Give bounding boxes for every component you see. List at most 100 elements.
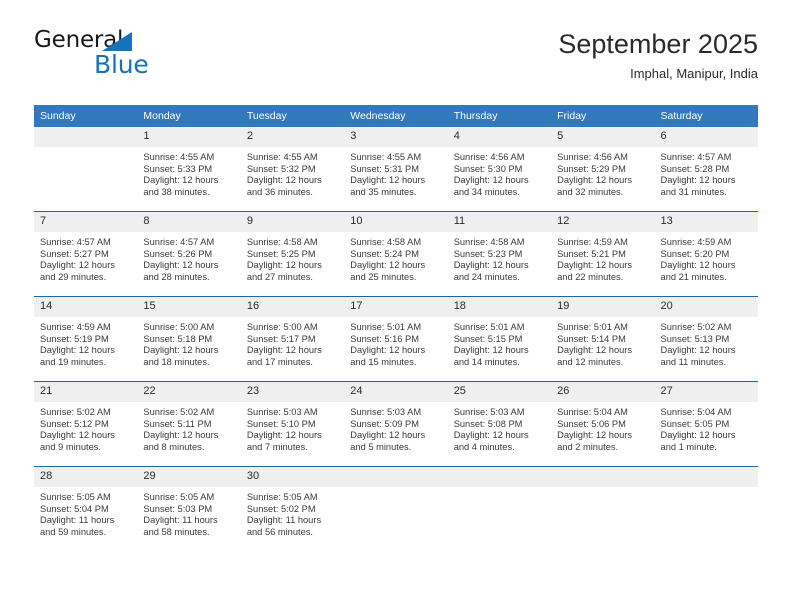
daylight-duration-line2: and 9 minutes. (40, 441, 101, 452)
calendar-day-cell[interactable]: 12 Sunrise: 4:59 AM Sunset: 5:21 PM Dayligh… (551, 211, 655, 297)
day-details: Sunrise: 4:58 AM Sunset: 5:23 PM Daylight:… (448, 232, 551, 283)
sunrise-time: Sunrise: 5:03 AM (246, 407, 318, 417)
calendar-day-cell[interactable]: 13 Sunrise: 4:59 AM Sunset: 5:20 PM Dayligh… (654, 211, 758, 297)
day-cell-content: 26 Sunrise: 5:04 AM Sunset: 5:06 PM Dayligh… (551, 382, 655, 466)
day-cell-content: 23 Sunrise: 5:03 AM Sunset: 5:10 PM Dayligh… (240, 382, 345, 466)
day-cell-content: 7 Sunrise: 4:57 AM Sunset: 5:27 PM Daylight… (34, 212, 138, 296)
day-number (34, 127, 138, 147)
calendar-body: 1 Sunrise: 4:55 AM Sunset: 5:33 PM Daylight… (34, 127, 758, 551)
day-number: 18 (447, 297, 552, 317)
daylight-duration-line1: Daylight: 12 hours (557, 430, 633, 441)
calendar-day-cell[interactable] (654, 466, 758, 551)
daylight-duration-line1: Daylight: 12 hours (143, 430, 219, 441)
calendar-day-cell[interactable]: 6 Sunrise: 4:57 AM Sunset: 5:28 PM Daylight… (654, 127, 758, 212)
day-details: Sunrise: 4:56 AM Sunset: 5:29 PM Daylight:… (551, 147, 654, 198)
day-number (551, 467, 655, 487)
weekday-header-tuesday: Tuesday (240, 105, 345, 127)
calendar-day-cell[interactable]: 10 Sunrise: 4:58 AM Sunset: 5:24 PM Dayligh… (344, 211, 448, 297)
daylight-duration-line1: Daylight: 12 hours (660, 175, 736, 186)
day-number: 8 (137, 212, 241, 232)
calendar-day-cell[interactable]: 2 Sunrise: 4:55 AM Sunset: 5:32 PM Daylight… (240, 127, 345, 212)
sunrise-time: Sunrise: 4:58 AM (246, 237, 318, 247)
sunset-time: Sunset: 5:06 PM (557, 418, 626, 429)
daylight-duration-line1: Daylight: 12 hours (40, 430, 115, 441)
sunset-time: Sunset: 5:27 PM (40, 248, 109, 259)
calendar-day-cell[interactable]: 5 Sunrise: 4:56 AM Sunset: 5:29 PM Daylight… (551, 127, 655, 212)
day-number: 24 (344, 382, 448, 402)
day-cell-content: 24 Sunrise: 5:03 AM Sunset: 5:09 PM Dayligh… (344, 382, 448, 466)
calendar-day-cell[interactable]: 7 Sunrise: 4:57 AM Sunset: 5:27 PM Daylight… (34, 211, 138, 297)
day-cell-content: 5 Sunrise: 4:56 AM Sunset: 5:29 PM Daylight… (551, 127, 655, 211)
day-number: 14 (34, 297, 138, 317)
day-cell-content: 29 Sunrise: 5:05 AM Sunset: 5:03 PM Dayligh… (137, 467, 241, 551)
day-details: Sunrise: 5:05 AM Sunset: 5:04 PM Daylight:… (34, 487, 137, 538)
calendar-day-cell[interactable]: 19 Sunrise: 5:01 AM Sunset: 5:14 PM Dayligh… (551, 296, 655, 382)
daylight-duration-line2: and 5 minutes. (350, 441, 412, 452)
day-cell-content: 25 Sunrise: 5:03 AM Sunset: 5:08 PM Dayligh… (447, 382, 552, 466)
calendar-day-cell[interactable]: 9 Sunrise: 4:58 AM Sunset: 5:25 PM Daylight… (240, 211, 345, 297)
daylight-duration-line2: and 14 minutes. (453, 356, 520, 367)
calendar-day-cell[interactable]: 4 Sunrise: 4:56 AM Sunset: 5:30 PM Daylight… (447, 127, 552, 212)
calendar-day-cell[interactable] (34, 127, 138, 212)
calendar-day-cell[interactable] (447, 466, 552, 551)
calendar-day-cell[interactable]: 16 Sunrise: 5:00 AM Sunset: 5:17 PM Dayligh… (240, 296, 345, 382)
day-cell-content: 18 Sunrise: 5:01 AM Sunset: 5:15 PM Dayligh… (447, 297, 552, 381)
daylight-duration-line2: and 59 minutes. (40, 526, 107, 537)
day-number (447, 467, 552, 487)
daylight-duration-line1: Daylight: 12 hours (350, 345, 426, 356)
daylight-duration-line1: Daylight: 12 hours (143, 260, 219, 271)
day-details: Sunrise: 4:59 AM Sunset: 5:21 PM Daylight:… (551, 232, 654, 283)
sunrise-time: Sunrise: 5:05 AM (246, 492, 318, 502)
calendar-day-cell[interactable]: 27 Sunrise: 5:04 AM Sunset: 5:05 PM Dayligh… (654, 381, 758, 467)
calendar-day-cell[interactable] (551, 466, 655, 551)
day-details: Sunrise: 5:03 AM Sunset: 5:08 PM Daylight:… (448, 402, 551, 453)
calendar-day-cell[interactable]: 30 Sunrise: 5:05 AM Sunset: 5:02 PM Dayligh… (240, 466, 345, 551)
sunrise-time: Sunrise: 5:02 AM (660, 322, 732, 332)
calendar-day-cell[interactable]: 23 Sunrise: 5:03 AM Sunset: 5:10 PM Dayligh… (240, 381, 345, 467)
calendar-day-cell[interactable]: 29 Sunrise: 5:05 AM Sunset: 5:03 PM Dayligh… (137, 466, 241, 551)
calendar-day-cell[interactable]: 3 Sunrise: 4:55 AM Sunset: 5:31 PM Daylight… (344, 127, 448, 212)
day-number: 25 (447, 382, 552, 402)
calendar-day-cell[interactable]: 14 Sunrise: 4:59 AM Sunset: 5:19 PM Dayligh… (34, 296, 138, 382)
day-number: 9 (240, 212, 345, 232)
sunrise-time: Sunrise: 4:56 AM (557, 152, 628, 162)
daylight-duration-line2: and 22 minutes. (557, 271, 624, 282)
calendar-day-cell[interactable]: 18 Sunrise: 5:01 AM Sunset: 5:15 PM Dayligh… (447, 296, 552, 382)
calendar-day-cell[interactable]: 26 Sunrise: 5:04 AM Sunset: 5:06 PM Dayligh… (551, 381, 655, 467)
sunset-time: Sunset: 5:21 PM (557, 248, 626, 259)
general-blue-logo[interactable]: General Blue (34, 28, 264, 84)
day-cell-content: 10 Sunrise: 4:58 AM Sunset: 5:24 PM Dayligh… (344, 212, 448, 296)
calendar-day-cell[interactable]: 15 Sunrise: 5:00 AM Sunset: 5:18 PM Dayligh… (137, 296, 241, 382)
day-details (551, 487, 654, 492)
calendar-day-cell[interactable]: 11 Sunrise: 4:58 AM Sunset: 5:23 PM Dayligh… (447, 211, 552, 297)
calendar-day-cell[interactable]: 17 Sunrise: 5:01 AM Sunset: 5:16 PM Dayligh… (344, 296, 448, 382)
calendar-week-row: 14 Sunrise: 4:59 AM Sunset: 5:19 PM Dayligh… (34, 296, 758, 382)
calendar-day-cell[interactable]: 24 Sunrise: 5:03 AM Sunset: 5:09 PM Dayligh… (344, 381, 448, 467)
day-number: 2 (240, 127, 345, 147)
sunset-time: Sunset: 5:32 PM (246, 163, 316, 174)
daylight-duration-line1: Daylight: 12 hours (40, 260, 115, 271)
day-number: 30 (240, 467, 345, 487)
sunset-time: Sunset: 5:28 PM (660, 163, 730, 174)
sunset-time: Sunset: 5:30 PM (453, 163, 523, 174)
calendar-day-cell[interactable] (344, 466, 448, 551)
calendar-day-cell[interactable]: 1 Sunrise: 4:55 AM Sunset: 5:33 PM Daylight… (137, 127, 241, 212)
calendar-day-cell[interactable]: 8 Sunrise: 4:57 AM Sunset: 5:26 PM Daylight… (137, 211, 241, 297)
day-number: 7 (34, 212, 138, 232)
calendar-week-row: 28 Sunrise: 5:05 AM Sunset: 5:04 PM Dayligh… (34, 466, 758, 551)
day-cell-content: 6 Sunrise: 4:57 AM Sunset: 5:28 PM Daylight… (654, 127, 758, 211)
calendar-day-cell[interactable]: 20 Sunrise: 5:02 AM Sunset: 5:13 PM Dayligh… (654, 296, 758, 382)
daylight-duration-line2: and 38 minutes. (143, 186, 210, 197)
day-cell-content: 20 Sunrise: 5:02 AM Sunset: 5:13 PM Dayligh… (654, 297, 758, 381)
calendar-day-cell[interactable]: 25 Sunrise: 5:03 AM Sunset: 5:08 PM Dayligh… (447, 381, 552, 467)
sunrise-time: Sunrise: 5:02 AM (40, 407, 111, 417)
calendar-day-cell[interactable]: 21 Sunrise: 5:02 AM Sunset: 5:12 PM Dayligh… (34, 381, 138, 467)
day-cell-content: 4 Sunrise: 4:56 AM Sunset: 5:30 PM Daylight… (447, 127, 552, 211)
day-cell-content: 2 Sunrise: 4:55 AM Sunset: 5:32 PM Daylight… (240, 127, 345, 211)
day-details: Sunrise: 5:03 AM Sunset: 5:10 PM Daylight:… (241, 402, 344, 453)
daylight-duration-line2: and 24 minutes. (453, 271, 520, 282)
sunrise-time: Sunrise: 5:05 AM (143, 492, 215, 502)
calendar-day-cell[interactable]: 28 Sunrise: 5:05 AM Sunset: 5:04 PM Dayligh… (34, 466, 138, 551)
triangle-icon (102, 32, 132, 51)
calendar-day-cell[interactable]: 22 Sunrise: 5:02 AM Sunset: 5:11 PM Dayligh… (137, 381, 241, 467)
